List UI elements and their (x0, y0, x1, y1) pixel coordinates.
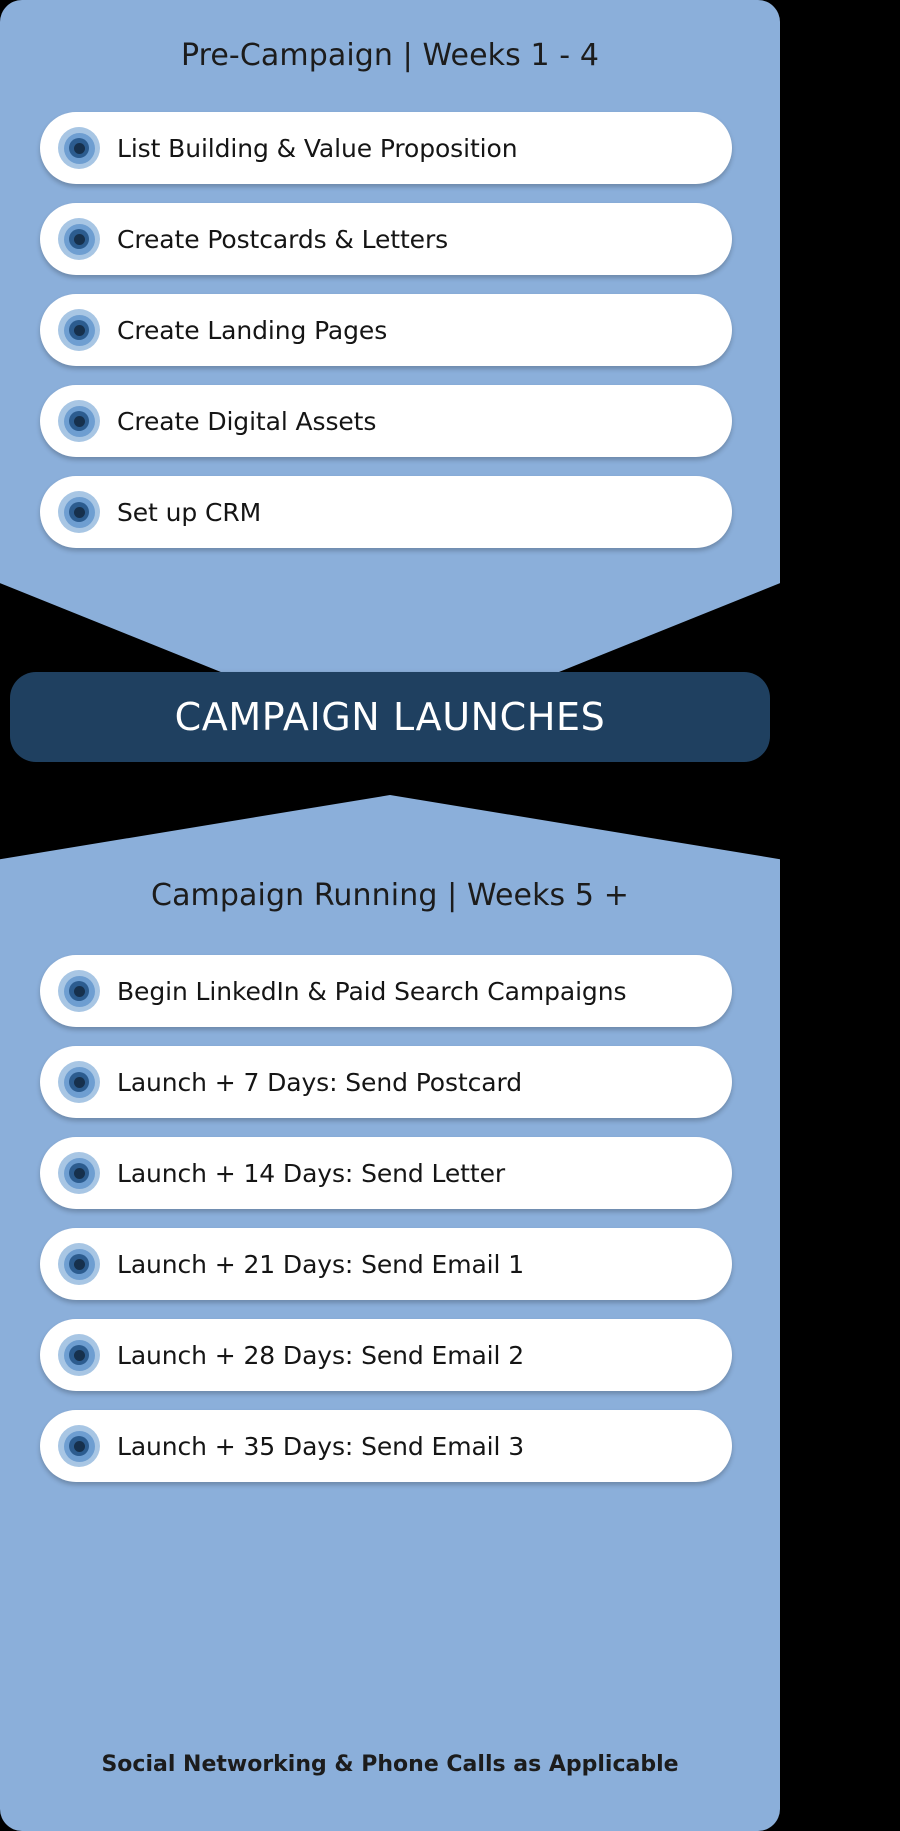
list-item-label: Launch + 7 Days: Send Postcard (117, 1067, 522, 1097)
list-item-label: Launch + 21 Days: Send Email 1 (117, 1249, 525, 1279)
list-item-label: Launch + 14 Days: Send Letter (117, 1158, 506, 1188)
list-item[interactable]: Set up CRM (40, 476, 732, 548)
bullseye-icon (58, 400, 100, 442)
list-item-label: Create Digital Assets (117, 406, 377, 436)
list-item-label: Launch + 35 Days: Send Email 3 (117, 1431, 525, 1461)
campaign-timeline-diagram: Pre-Campaign | Weeks 1 - 4 List Building… (0, 0, 900, 1831)
campaign-launches-label: CAMPAIGN LAUNCHES (174, 695, 606, 739)
bullseye-icon (58, 218, 100, 260)
list-item[interactable]: Create Digital Assets (40, 385, 732, 457)
list-item[interactable]: Launch + 21 Days: Send Email 1 (40, 1228, 732, 1300)
pre-campaign-title: Pre-Campaign | Weeks 1 - 4 (180, 38, 600, 73)
pre-campaign-panel (0, 0, 780, 740)
list-item-label: Set up CRM (117, 497, 262, 527)
list-item-label: Create Landing Pages (117, 315, 388, 345)
bullseye-icon (58, 127, 100, 169)
list-item[interactable]: Create Postcards & Letters (40, 203, 732, 275)
list-item-label: Launch + 28 Days: Send Email 2 (117, 1340, 525, 1370)
list-item[interactable]: Create Landing Pages (40, 294, 732, 366)
bullseye-icon (58, 970, 100, 1012)
bullseye-icon (58, 491, 100, 533)
list-item[interactable]: Launch + 14 Days: Send Letter (40, 1137, 732, 1209)
list-item[interactable]: Launch + 35 Days: Send Email 3 (40, 1410, 732, 1482)
campaign-launches-banner: CAMPAIGN LAUNCHES (10, 672, 770, 762)
campaign-running-title: Campaign Running | Weeks 5 + (151, 878, 629, 913)
bullseye-icon (58, 1334, 100, 1376)
list-item[interactable]: List Building & Value Proposition (40, 112, 732, 184)
bullseye-icon (58, 1061, 100, 1103)
bullseye-icon (58, 1152, 100, 1194)
bullseye-icon (58, 309, 100, 351)
bullseye-icon (58, 1243, 100, 1285)
list-item[interactable]: Launch + 7 Days: Send Postcard (40, 1046, 732, 1118)
bullseye-icon (58, 1425, 100, 1467)
campaign-running-panel (0, 795, 780, 1831)
list-item-label: List Building & Value Proposition (117, 133, 518, 163)
footer-note: Social Networking & Phone Calls as Appli… (101, 1752, 679, 1777)
list-item[interactable]: Launch + 28 Days: Send Email 2 (40, 1319, 732, 1391)
list-item-label: Begin LinkedIn & Paid Search Campaigns (117, 976, 627, 1006)
list-item-label: Create Postcards & Letters (117, 224, 449, 254)
list-item[interactable]: Begin LinkedIn & Paid Search Campaigns (40, 955, 732, 1027)
